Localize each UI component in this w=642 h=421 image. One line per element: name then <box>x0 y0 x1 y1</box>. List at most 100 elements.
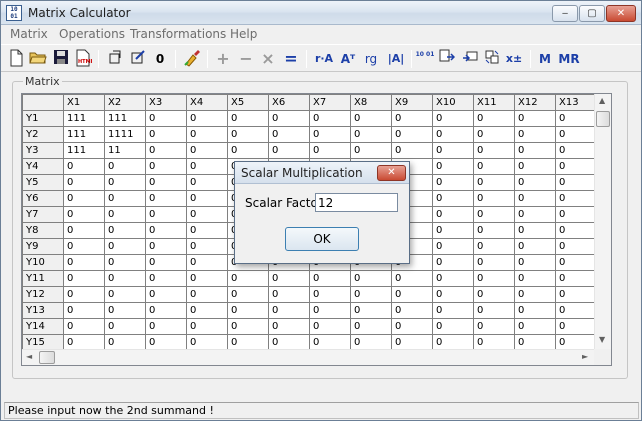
matrix-cell[interactable]: 0 <box>514 238 556 255</box>
menu-help[interactable]: Help <box>230 27 257 41</box>
column-header[interactable]: X3 <box>145 94 187 111</box>
scalar-factor-input[interactable] <box>315 193 398 212</box>
scalar-ra-icon[interactable]: r·A <box>312 49 336 69</box>
matrix-cell[interactable]: 0 <box>555 302 597 319</box>
matrix-cell[interactable]: 0 <box>432 110 474 127</box>
row-header[interactable]: Y10 <box>22 254 64 271</box>
open-folder-icon[interactable] <box>28 49 48 69</box>
binary-icon[interactable]: 10 01 <box>415 49 435 69</box>
matrix-cell[interactable]: 0 <box>391 270 433 287</box>
matrix-cell[interactable]: 0 <box>350 110 392 127</box>
matrix-cell[interactable]: 0 <box>104 286 146 303</box>
row-header[interactable]: Y5 <box>22 174 64 191</box>
column-header[interactable]: X8 <box>350 94 392 111</box>
matrix-cell[interactable]: 0 <box>63 238 105 255</box>
matrix-cell[interactable]: 0 <box>145 126 187 143</box>
minimize-button[interactable]: ‒ <box>552 5 578 22</box>
menu-matrix[interactable]: Matrix <box>10 27 48 41</box>
matrix-cell[interactable]: 0 <box>104 318 146 335</box>
matrix-cell[interactable]: 0 <box>514 190 556 207</box>
matrix-cell[interactable]: 0 <box>227 142 269 159</box>
matrix-cell[interactable]: 0 <box>309 286 351 303</box>
matrix-cell[interactable]: 0 <box>227 270 269 287</box>
scroll-right-icon[interactable]: ► <box>582 352 588 361</box>
matrix-cell[interactable]: 0 <box>145 158 187 175</box>
matrix-cell[interactable]: 0 <box>63 302 105 319</box>
multiply-icon[interactable]: × <box>258 49 278 69</box>
column-header[interactable]: X12 <box>514 94 556 111</box>
save-disk-icon[interactable] <box>51 49 71 69</box>
matrix-cell[interactable]: 0 <box>104 254 146 271</box>
matrix-cell[interactable]: 0 <box>555 206 597 223</box>
matrix-cell[interactable]: 0 <box>514 286 556 303</box>
vertical-scroll-thumb[interactable] <box>596 111 610 127</box>
matrix-cell[interactable]: 0 <box>391 142 433 159</box>
matrix-cell[interactable]: 111 <box>63 126 105 143</box>
column-header[interactable]: X2 <box>104 94 146 111</box>
row-header[interactable]: Y8 <box>22 222 64 239</box>
matrix-cell[interactable]: 0 <box>268 302 310 319</box>
row-header[interactable]: Y2 <box>22 126 64 143</box>
matrix-cell[interactable]: 0 <box>473 142 515 159</box>
title-bar[interactable]: 10 01 Matrix Calculator ‒ ▢ ✕ <box>1 1 641 25</box>
matrix-cell[interactable]: 0 <box>432 318 474 335</box>
matrix-cell[interactable]: 0 <box>63 190 105 207</box>
column-header[interactable]: X9 <box>391 94 433 111</box>
matrix-cell[interactable]: 0 <box>391 110 433 127</box>
matrix-cell[interactable]: 0 <box>514 206 556 223</box>
scroll-up-icon[interactable]: ▲ <box>599 96 605 105</box>
matrix-cell[interactable]: 0 <box>555 254 597 271</box>
matrix-cell[interactable]: 0 <box>555 238 597 255</box>
matrix-cell[interactable]: 0 <box>432 126 474 143</box>
matrix-cell[interactable]: 1111 <box>104 126 146 143</box>
column-header[interactable]: X10 <box>432 94 474 111</box>
matrix-cell[interactable]: 0 <box>104 302 146 319</box>
matrix-cell[interactable]: 0 <box>145 318 187 335</box>
matrix-cell[interactable]: 0 <box>514 174 556 191</box>
matrix-cell[interactable]: 0 <box>145 174 187 191</box>
matrix-cell[interactable]: 0 <box>227 318 269 335</box>
zero-icon[interactable]: 0 <box>150 49 170 69</box>
column-header[interactable]: X6 <box>268 94 310 111</box>
matrix-cell[interactable]: 0 <box>227 302 269 319</box>
matrix-cell[interactable]: 0 <box>473 110 515 127</box>
copy-icon[interactable] <box>437 49 457 69</box>
matrix-cell[interactable]: 0 <box>555 190 597 207</box>
matrix-cell[interactable]: 0 <box>309 142 351 159</box>
matrix-cell[interactable]: 0 <box>145 190 187 207</box>
matrix-cell[interactable]: 0 <box>514 270 556 287</box>
matrix-cell[interactable]: 0 <box>309 302 351 319</box>
matrix-cell[interactable]: 0 <box>555 142 597 159</box>
row-header[interactable]: Y14 <box>22 318 64 335</box>
column-header[interactable]: X5 <box>227 94 269 111</box>
matrix-cell[interactable]: 0 <box>145 110 187 127</box>
matrix-cell[interactable]: 0 <box>432 174 474 191</box>
rotate-icon[interactable] <box>105 49 125 69</box>
matrix-cell[interactable]: 0 <box>104 158 146 175</box>
matrix-cell[interactable]: 0 <box>63 174 105 191</box>
ok-button[interactable]: OK <box>285 227 359 251</box>
matrix-cell[interactable]: 0 <box>309 126 351 143</box>
matrix-cell[interactable]: 0 <box>145 286 187 303</box>
export-icon[interactable] <box>460 49 480 69</box>
matrix-cell[interactable]: 0 <box>309 318 351 335</box>
matrix-cell[interactable]: 111 <box>63 142 105 159</box>
brush-icon[interactable] <box>182 49 202 69</box>
matrix-cell[interactable]: 0 <box>473 174 515 191</box>
column-header[interactable]: X1 <box>63 94 105 111</box>
matrix-cell[interactable]: 0 <box>145 238 187 255</box>
matrix-cell[interactable]: 0 <box>268 110 310 127</box>
matrix-cell[interactable]: 0 <box>514 254 556 271</box>
plus-icon[interactable]: + <box>213 49 233 69</box>
matrix-cell[interactable]: 0 <box>473 254 515 271</box>
matrix-cell[interactable]: 0 <box>473 238 515 255</box>
column-header[interactable]: X4 <box>186 94 228 111</box>
matrix-cell[interactable]: 0 <box>186 206 228 223</box>
matrix-cell[interactable]: 0 <box>309 110 351 127</box>
transpose-icon[interactable]: Aᵀ <box>337 49 359 69</box>
scroll-down-icon[interactable]: ▼ <box>599 335 605 344</box>
matrix-cell[interactable]: 0 <box>309 270 351 287</box>
matrix-cell[interactable]: 0 <box>104 270 146 287</box>
matrix-cell[interactable]: 0 <box>145 270 187 287</box>
matrix-cell[interactable]: 0 <box>391 318 433 335</box>
